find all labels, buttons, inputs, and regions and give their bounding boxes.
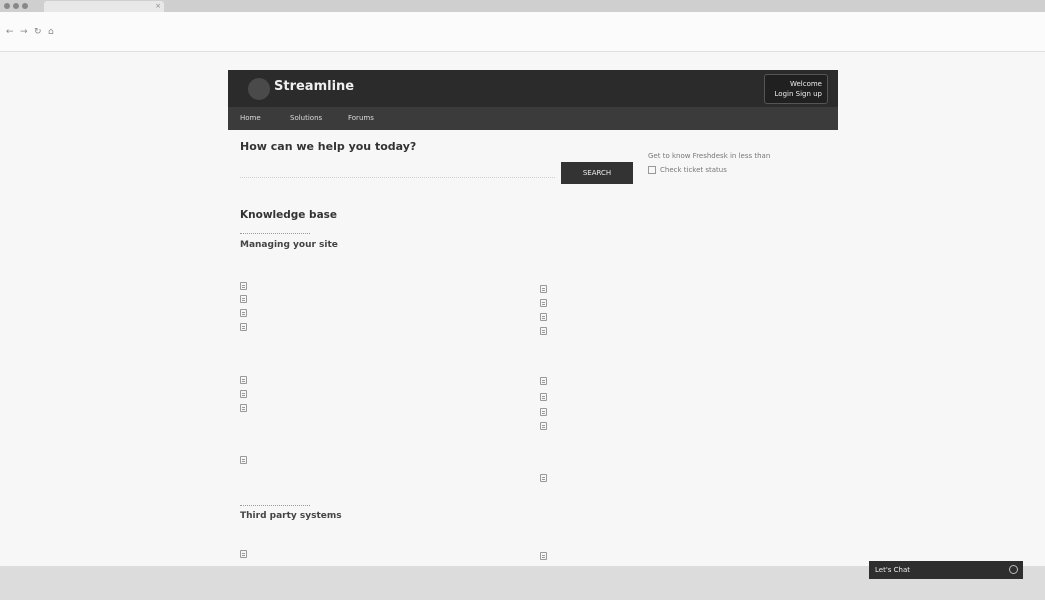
search-input[interactable] <box>240 158 555 178</box>
document-icon <box>540 393 547 401</box>
back-arrow-icon[interactable]: ← <box>6 27 14 37</box>
nav-solutions[interactable]: Solutions <box>290 113 322 123</box>
document-icon <box>240 390 247 398</box>
site-nav: Home Solutions Forums <box>228 107 838 130</box>
browser-tab-active[interactable]: × <box>44 1 164 12</box>
document-icon <box>540 474 547 482</box>
site-header: Streamline Welcome Login Sign up Home So… <box>228 70 838 130</box>
browser-tab[interactable] <box>170 1 230 12</box>
document-icon <box>540 285 547 293</box>
reload-icon[interactable]: ↻ <box>34 27 42 37</box>
document-icon <box>540 552 547 560</box>
chat-label: Let's Chat <box>875 566 910 574</box>
document-icon <box>240 404 247 412</box>
window-close-button[interactable] <box>4 3 10 9</box>
document-icon <box>540 422 547 430</box>
divider <box>240 233 310 234</box>
nav-home[interactable]: Home <box>240 113 261 123</box>
browser-tab-strip: × <box>0 0 1045 12</box>
document-icon <box>540 313 547 321</box>
checkbox-icon <box>648 166 656 174</box>
document-icon <box>540 408 547 416</box>
document-icon <box>240 323 247 331</box>
window-minimize-button[interactable] <box>13 3 19 9</box>
document-icon <box>240 456 247 464</box>
welcome-label: Welcome <box>789 80 822 88</box>
account-box[interactable]: Welcome Login Sign up <box>764 74 828 104</box>
document-icon <box>240 295 247 303</box>
chat-widget[interactable]: Let's Chat <box>869 561 1023 579</box>
document-icon <box>540 299 547 307</box>
divider <box>240 505 310 506</box>
address-bar[interactable] <box>62 42 1042 51</box>
document-icon <box>240 550 247 558</box>
logo-icon <box>248 78 270 100</box>
search-button[interactable]: SEARCH <box>561 162 633 184</box>
document-icon <box>540 327 547 335</box>
nav-forums[interactable]: Forums <box>348 113 374 123</box>
document-icon <box>540 377 547 385</box>
close-icon[interactable]: × <box>155 1 161 12</box>
section-title: Managing your site <box>240 240 338 250</box>
home-icon[interactable]: ⌂ <box>48 27 54 37</box>
new-ticket-link[interactable]: Get to know Freshdesk in less than <box>648 151 770 161</box>
help-title: How can we help you today? <box>240 140 417 153</box>
window-maximize-button[interactable] <box>22 3 28 9</box>
document-icon <box>240 282 247 290</box>
document-icon <box>240 309 247 317</box>
knowledge-base-title: Knowledge base <box>240 209 338 221</box>
chat-icon <box>1009 565 1018 574</box>
section-title: Third party systems <box>240 511 342 521</box>
check-status-link[interactable]: Check ticket status <box>648 165 727 175</box>
forward-arrow-icon[interactable]: → <box>20 27 28 37</box>
login-signup-link[interactable]: Login Sign up <box>765 89 822 99</box>
document-icon <box>240 376 247 384</box>
check-status-label: Check ticket status <box>660 166 727 174</box>
site-name: Streamline <box>274 79 355 94</box>
